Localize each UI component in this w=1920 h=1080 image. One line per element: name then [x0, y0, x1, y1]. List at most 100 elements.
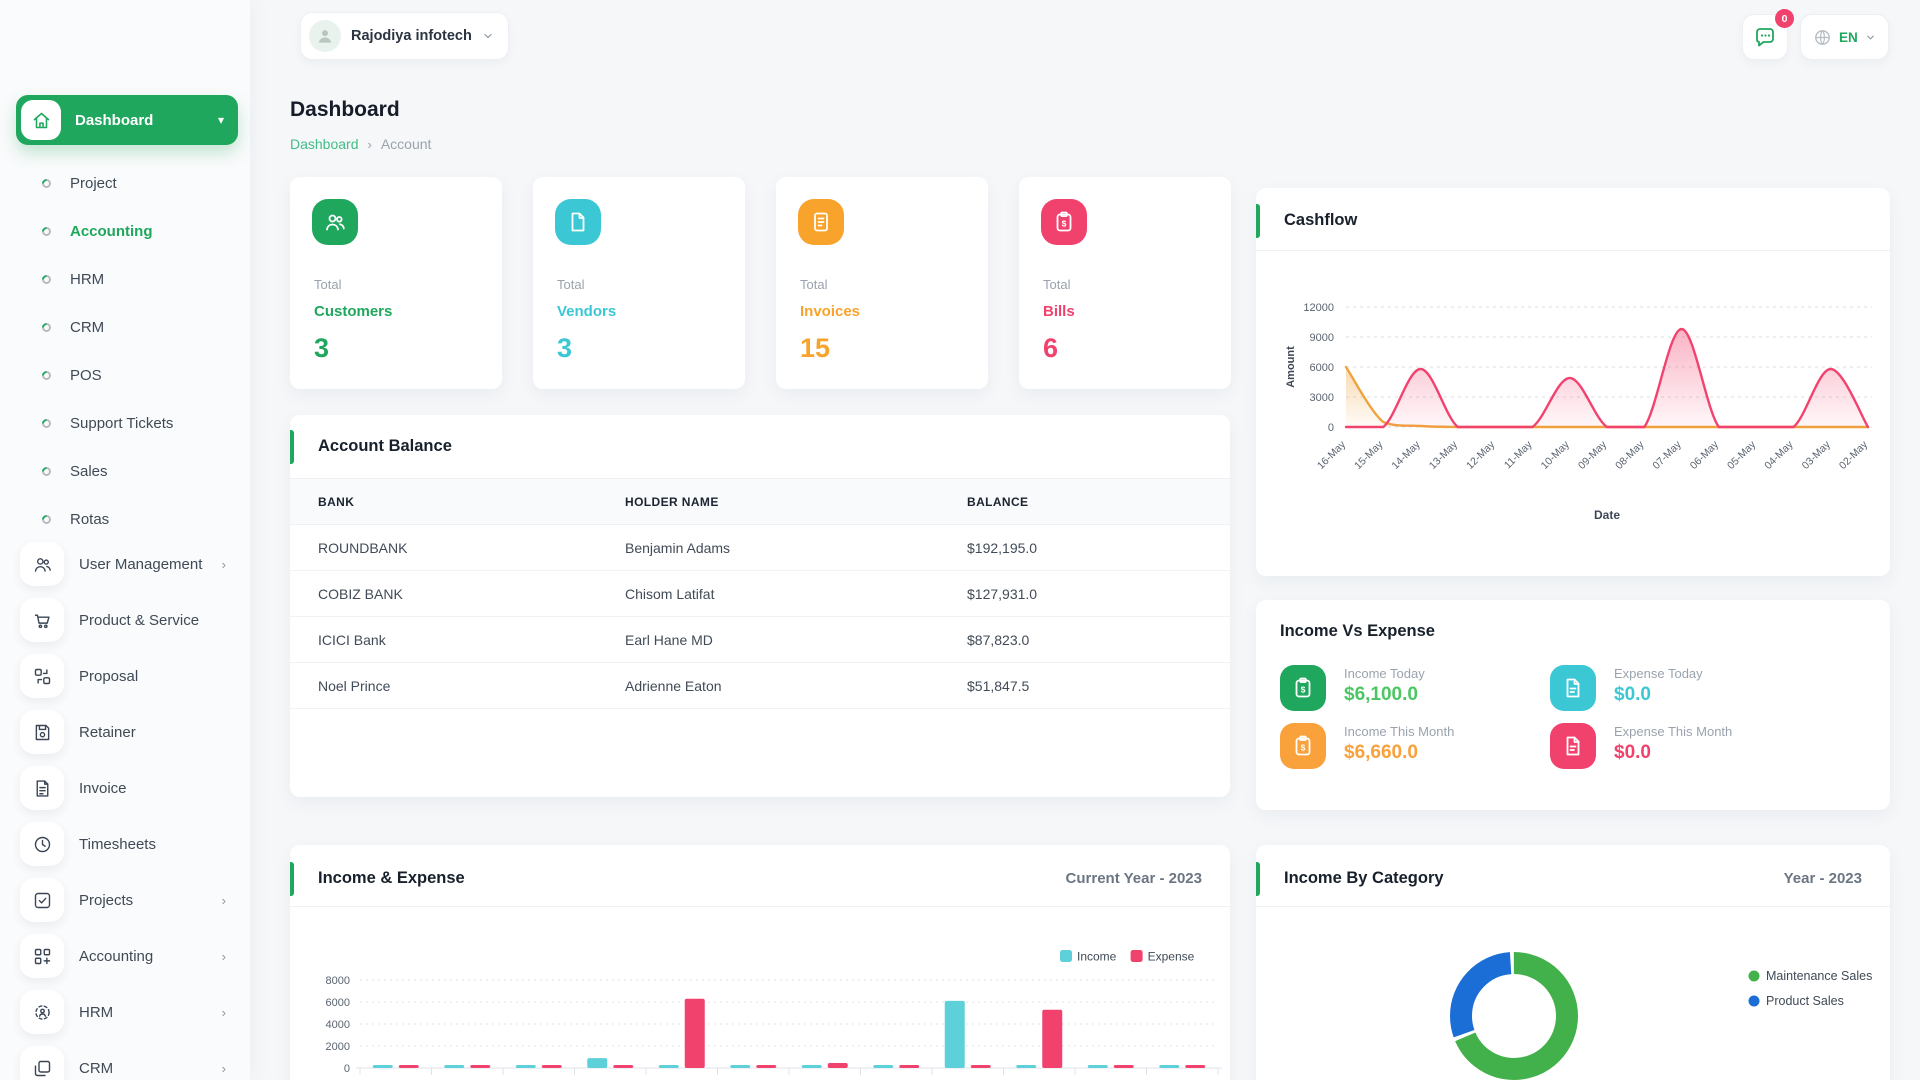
- panel-title: Income By Category: [1284, 869, 1444, 888]
- svg-text:16-May: 16-May: [1315, 438, 1349, 472]
- accent-bar: [1256, 862, 1260, 896]
- company-name: Rajodiya infotech: [351, 28, 472, 44]
- sidebar-item-support-tickets[interactable]: Support Tickets: [0, 406, 250, 440]
- check-square-icon: [20, 878, 64, 922]
- table-header: BANK HOLDER NAME BALANCE: [290, 478, 1230, 525]
- sidebar-item-label: CRM: [79, 1060, 222, 1077]
- sidebar-item-label: Project: [70, 175, 117, 192]
- breadcrumb: Dashboard › Account: [290, 136, 431, 152]
- svg-text:Expense: Expense: [1148, 950, 1195, 964]
- users-icon: [312, 199, 358, 245]
- panel-title: Account Balance: [318, 437, 452, 456]
- grid-plus-icon: [20, 934, 64, 978]
- tile-value: $6,100.0: [1344, 684, 1418, 706]
- sidebar-item-timesheets[interactable]: Timesheets: [0, 822, 250, 866]
- svg-text:11-May: 11-May: [1502, 438, 1535, 471]
- document-icon: [555, 199, 601, 245]
- income-expense-bar-chart[interactable]: IncomeExpense80006000400020000: [290, 906, 1230, 1080]
- income-category-donut-chart[interactable]: Maintenance SalesProduct Sales: [1256, 906, 1890, 1080]
- stat-value: 15: [800, 333, 830, 364]
- sidebar: Dashboard ▾ Project Accounting HRM CRM P…: [0, 0, 250, 1080]
- notification-badge: 0: [1775, 9, 1794, 28]
- cell-holder: Chisom Latifat: [625, 586, 714, 602]
- proposal-icon: [20, 654, 64, 698]
- cashflow-area-chart[interactable]: 120009000600030000Amount16-May15-May14-M…: [1256, 250, 1890, 576]
- home-icon: [21, 100, 61, 140]
- sidebar-item-crm-menu[interactable]: CRM›: [0, 1046, 250, 1080]
- bullet-icon: [40, 273, 53, 286]
- svg-text:$: $: [1301, 743, 1306, 753]
- stat-card-invoices: Total Invoices 15: [776, 177, 988, 389]
- sidebar-item-hrm[interactable]: HRM: [0, 262, 250, 296]
- stat-card-customers: Total Customers 3: [290, 177, 502, 389]
- sidebar-item-rotas[interactable]: Rotas: [0, 502, 250, 536]
- sidebar-item-invoice[interactable]: Invoice: [0, 766, 250, 810]
- column-header-balance: BALANCE: [967, 495, 1028, 509]
- language-selector[interactable]: EN: [1800, 14, 1889, 60]
- clipboard-dollar-icon: $: [1280, 723, 1326, 769]
- sidebar-item-label: Support Tickets: [70, 415, 173, 432]
- panel-title: Cashflow: [1284, 211, 1357, 230]
- sidebar-item-label: Invoice: [79, 780, 250, 797]
- cell-bank: ROUNDBANK: [318, 540, 407, 556]
- sidebar-item-label: Product & Service: [79, 612, 250, 629]
- tile-label: Income This Month: [1344, 724, 1454, 739]
- stat-label: Customers: [314, 303, 392, 320]
- column-header-bank: BANK: [318, 495, 354, 509]
- sidebar-item-sales[interactable]: Sales: [0, 454, 250, 488]
- sidebar-item-label: Timesheets: [79, 836, 250, 853]
- panel-title: Income & Expense: [318, 869, 465, 888]
- panel-subtitle: Current Year - 2023: [1066, 870, 1202, 887]
- sidebar-item-label: Sales: [70, 463, 108, 480]
- bullet-icon: [40, 321, 53, 334]
- svg-text:6000: 6000: [1310, 362, 1334, 374]
- column-header-holder: HOLDER NAME: [625, 495, 719, 509]
- clipboard-dollar-icon: $: [1280, 665, 1326, 711]
- cell-bank: ICICI Bank: [318, 632, 386, 648]
- svg-text:05-May: 05-May: [1725, 438, 1759, 472]
- sidebar-item-proposal[interactable]: Proposal: [0, 654, 250, 698]
- chevron-right-icon: ›: [222, 893, 226, 908]
- company-selector[interactable]: Rajodiya infotech: [300, 12, 509, 60]
- sidebar-item-project[interactable]: Project: [0, 166, 250, 200]
- breadcrumb-link-dashboard[interactable]: Dashboard: [290, 136, 359, 152]
- company-avatar: [309, 20, 341, 52]
- sidebar-item-pos[interactable]: POS: [0, 358, 250, 392]
- cell-balance: $127,931.0: [967, 586, 1037, 602]
- sidebar-item-accounting-menu[interactable]: Accounting›: [0, 934, 250, 978]
- sidebar-item-hrm-menu[interactable]: HRM›: [0, 990, 250, 1034]
- stat-label: Bills: [1043, 303, 1075, 320]
- sidebar-item-retainer[interactable]: Retainer: [0, 710, 250, 754]
- cashflow-panel: Cashflow 120009000600030000Amount16-May1…: [1256, 188, 1890, 576]
- svg-text:08-May: 08-May: [1613, 438, 1647, 472]
- receipt-icon: [798, 199, 844, 245]
- breadcrumb-current: Account: [381, 136, 432, 152]
- sidebar-item-projects[interactable]: Projects›: [0, 878, 250, 922]
- tile-value: $0.0: [1614, 684, 1651, 706]
- svg-text:Amount: Amount: [1285, 346, 1297, 388]
- chevron-right-icon: ›: [222, 1005, 226, 1020]
- sidebar-item-product-service[interactable]: Product & Service: [0, 598, 250, 642]
- chat-bubble-icon: [1753, 25, 1777, 49]
- sidebar-item-dashboard[interactable]: Dashboard ▾: [16, 95, 238, 145]
- stat-value: 3: [557, 333, 572, 364]
- svg-text:Date: Date: [1594, 508, 1620, 522]
- svg-text:12-May: 12-May: [1464, 438, 1498, 472]
- sidebar-item-crm[interactable]: CRM: [0, 310, 250, 344]
- sidebar-item-accounting[interactable]: Accounting: [0, 214, 250, 248]
- messages-button[interactable]: 0: [1742, 14, 1788, 60]
- bullet-icon: [40, 465, 53, 478]
- svg-text:14-May: 14-May: [1389, 438, 1423, 472]
- cell-bank: Noel Prince: [318, 678, 390, 694]
- chevron-right-icon: ›: [222, 949, 226, 964]
- stat-card-bills: $ Total Bills 6: [1019, 177, 1231, 389]
- accent-bar: [1256, 204, 1260, 238]
- sidebar-item-label: HRM: [79, 1004, 222, 1021]
- sidebar-item-label: CRM: [70, 319, 104, 336]
- sidebar-item-user-management[interactable]: User Management›: [0, 542, 250, 586]
- sidebar-item-label: User Management: [79, 556, 222, 573]
- svg-text:4000: 4000: [326, 1019, 350, 1031]
- svg-text:0: 0: [344, 1063, 350, 1075]
- cell-holder: Benjamin Adams: [625, 540, 730, 556]
- svg-text:02-May: 02-May: [1837, 438, 1871, 472]
